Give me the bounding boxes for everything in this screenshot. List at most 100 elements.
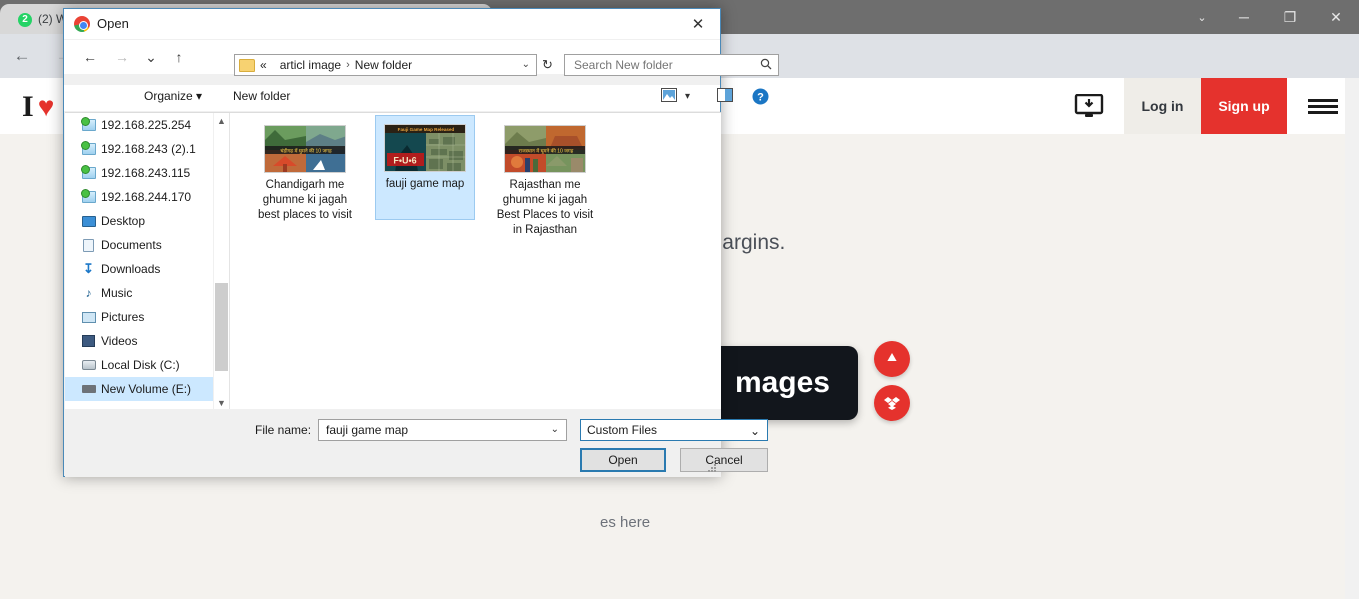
downloads-icon: ↧	[83, 261, 94, 276]
search-box[interactable]	[564, 54, 779, 76]
sidebar-item-documents[interactable]: Documents	[65, 233, 213, 257]
back-icon[interactable]: ←	[10, 44, 34, 68]
chandigarh-collage-thumbnail: चंडीगढ में घुमने की 10 जगह	[264, 125, 346, 173]
chevron-down-icon[interactable]: ⌄	[750, 424, 760, 438]
sidebar-item-label: 192.168.243.115	[101, 166, 191, 180]
breadcrumb-item-0[interactable]: articl image	[280, 58, 341, 72]
preview-pane-icon[interactable]	[717, 88, 733, 107]
sidebar-item-music[interactable]: ♪ Music	[65, 281, 213, 305]
scroll-down-icon[interactable]: ▼	[214, 395, 229, 410]
places-sidebar: 192.168.225.254 192.168.243 (2).1 192.16…	[65, 113, 213, 410]
sidebar-item-label: 192.168.225.254	[101, 118, 192, 132]
close-window-button[interactable]: ✕	[1313, 0, 1359, 34]
organize-label: Organize	[144, 89, 193, 103]
svg-text:राजस्थान में घूमने की 10 जगह: राजस्थान में घूमने की 10 जगह	[519, 148, 574, 155]
dropbox-icon[interactable]	[874, 385, 910, 421]
chrome-icon	[74, 16, 90, 32]
sidebar-item-videos[interactable]: Videos	[65, 329, 213, 353]
resize-grip[interactable]	[708, 464, 717, 473]
sidebar-item-label: Pictures	[101, 310, 145, 324]
breadcrumb[interactable]: « articl image › New folder ⌄	[234, 54, 537, 76]
sidebar-item-192-168-225-254[interactable]: 192.168.225.254	[65, 113, 213, 137]
view-layout-icon[interactable]	[661, 88, 677, 107]
volume-icon	[81, 382, 96, 396]
file-type-value: Custom Files	[587, 423, 658, 437]
rajasthan-collage-thumbnail: राजस्थान में घूमने की 10 जगह	[504, 125, 586, 173]
up-one-level-icon[interactable]: ↑	[168, 46, 190, 68]
search-icon[interactable]	[760, 58, 772, 73]
svg-text:Fauji Game Map Released: Fauji Game Map Released	[398, 127, 455, 132]
refresh-icon[interactable]: ↻	[542, 57, 553, 73]
recent-locations-icon[interactable]: ⌄	[140, 46, 162, 68]
file-name-input[interactable]	[324, 422, 546, 438]
back-icon[interactable]: ←	[79, 46, 101, 68]
videos-icon	[81, 334, 96, 348]
help-icon[interactable]: ?	[752, 88, 769, 110]
signup-button[interactable]: Sign up	[1201, 78, 1287, 134]
new-folder-button[interactable]: New folder	[233, 89, 290, 103]
breadcrumb-item-1[interactable]: New folder	[355, 58, 412, 72]
breadcrumb-prefix: «	[260, 58, 267, 72]
file-type-select[interactable]: Custom Files ⌄	[580, 419, 768, 441]
sidebar-item-label: 192.168.244.170	[101, 190, 192, 204]
site-logo[interactable]: I ♥	[22, 90, 54, 124]
file-name-label: Rajasthan me ghumne ki jagah Best Places…	[496, 179, 594, 236]
download-desktop-icon[interactable]	[1054, 78, 1124, 134]
organize-button[interactable]: Organize ▾	[144, 89, 202, 103]
sidebar-item-192-168-244-170[interactable]: 192.168.244.170	[65, 185, 213, 209]
scroll-up-icon[interactable]: ▲	[214, 113, 229, 128]
window-controls: ⌄ ─ ❐ ✕	[1183, 0, 1359, 34]
chevron-down-icon: ▾	[196, 89, 203, 103]
chevron-down-icon[interactable]: ⌄	[551, 424, 559, 435]
whatsapp-icon: 2	[18, 13, 32, 27]
pictures-icon	[81, 310, 96, 324]
network-computer-icon	[80, 165, 96, 180]
chevron-down-icon[interactable]: ⌄	[522, 59, 530, 70]
sidebar-item-label: Videos	[101, 334, 138, 348]
drop-files-text: es here	[600, 514, 651, 531]
svg-text:?: ?	[757, 92, 764, 104]
file-item-rajasthan[interactable]: राजस्थान में घूमने की 10 जगह Rajasthan m…	[495, 121, 595, 238]
sidebar-item-label: Music	[101, 286, 133, 300]
file-name-field[interactable]: ⌄	[318, 419, 567, 441]
maximize-button[interactable]: ❐	[1267, 0, 1313, 34]
chevron-down-icon[interactable]: ⌄	[1183, 0, 1221, 34]
svg-text:चंडीगढ में घुमने की 10 जगह: चंडीगढ में घुमने की 10 जगह	[280, 148, 332, 155]
svg-text:F•U•6: F•U•6	[393, 156, 416, 166]
disk-icon	[81, 358, 96, 372]
file-item-fauji-game-map[interactable]: Fauji Game Map Released F•U•6 fauji game…	[375, 115, 475, 220]
sidebar-scrollbar[interactable]: ▲ ▼	[213, 113, 228, 410]
network-computer-icon	[80, 141, 96, 156]
dialog-command-bar: Organize ▾ New folder ▾ ?	[64, 85, 769, 111]
breadcrumb-separator: ›	[346, 59, 350, 71]
close-icon[interactable]: ✕	[676, 9, 720, 39]
sidebar-item-label: 192.168.243 (2).1	[101, 142, 196, 156]
header-actions: Log in Sign up	[1054, 78, 1359, 134]
file-name-field-label: File name:	[255, 423, 312, 437]
network-computer-icon	[80, 117, 96, 132]
sidebar-item-pictures[interactable]: Pictures	[65, 305, 213, 329]
sidebar-item-label: Documents	[101, 238, 162, 252]
sidebar-item-local-disk-c[interactable]: Local Disk (C:)	[65, 353, 213, 377]
dialog-body: 192.168.225.254 192.168.243 (2).1 192.16…	[65, 112, 721, 410]
page-scrollbar[interactable]	[1345, 78, 1359, 599]
file-item-chandigarh[interactable]: चंडीगढ में घुमने की 10 जगह Chandigarh me…	[255, 121, 355, 223]
chevron-down-icon[interactable]: ▾	[685, 91, 690, 102]
search-input[interactable]	[572, 57, 754, 73]
scrollbar-thumb[interactable]	[215, 283, 228, 371]
sidebar-item-192-168-243-2-1[interactable]: 192.168.243 (2).1	[65, 137, 213, 161]
minimize-button[interactable]: ─	[1221, 0, 1267, 34]
sidebar-item-downloads[interactable]: ↧ Downloads	[65, 257, 213, 281]
documents-icon	[81, 238, 96, 252]
cancel-button[interactable]: Cancel	[680, 448, 768, 472]
google-drive-icon[interactable]	[874, 341, 910, 377]
forward-icon[interactable]: →	[111, 46, 133, 68]
sidebar-item-label: Downloads	[101, 262, 161, 276]
sidebar-item-new-volume-e[interactable]: New Volume (E:)	[65, 377, 213, 401]
network-computer-icon	[80, 189, 96, 204]
sidebar-item-desktop[interactable]: Desktop	[65, 209, 213, 233]
login-button[interactable]: Log in	[1124, 78, 1201, 134]
sidebar-item-192-168-243-115[interactable]: 192.168.243.115	[65, 161, 213, 185]
open-button[interactable]: Open	[580, 448, 666, 472]
folder-icon	[239, 58, 255, 72]
